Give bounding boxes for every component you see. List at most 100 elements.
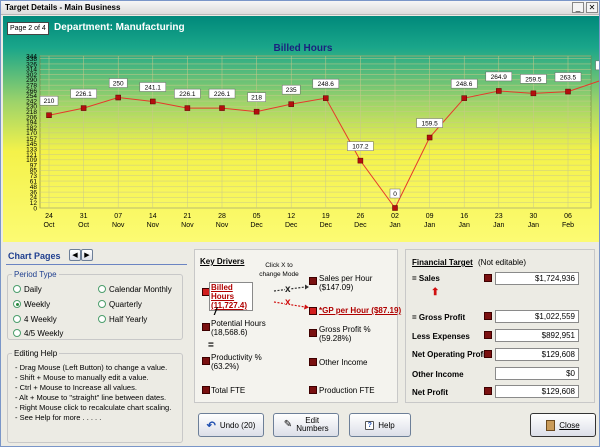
billed-hours-chart[interactable]: Billed Hours0122436486173859710912113314… [3, 16, 599, 242]
less-expenses-marker [484, 331, 492, 339]
data-point-marker [219, 105, 225, 111]
close-label: Close [559, 420, 580, 430]
mode-hint: Click X to change Mode [259, 262, 299, 278]
radio-4-weekly[interactable]: 4 Weekly [13, 315, 57, 324]
help-button[interactable]: ? Help [349, 413, 411, 437]
data-point-marker [426, 134, 433, 141]
radio-4-5-weekly[interactable]: 4/5 Weekly [13, 329, 63, 338]
potential-hours-driver[interactable]: Potential Hours (18,568.6) [211, 319, 281, 337]
radio-daily[interactable]: Daily [13, 285, 42, 294]
help-line: - Right Mouse click to recalculate chart… [15, 403, 172, 412]
radio-circle [13, 329, 21, 337]
undo-icon: ↶ [206, 419, 216, 432]
edit-numbers-button[interactable]: ✎ Edit Numbers [273, 413, 339, 437]
data-point-marker [357, 157, 364, 164]
data-label: 264.9 [491, 74, 508, 81]
sales-per-hour-driver-marker[interactable] [309, 277, 317, 285]
x-tick-label-day: 14 [149, 213, 157, 220]
total-fte-driver[interactable]: Total FTE [211, 386, 245, 395]
x-tick-label-day: 07 [114, 213, 122, 220]
arrow-right-icon: ▶ [84, 252, 90, 259]
sales-label: = Sales [412, 274, 440, 283]
x-tick-label-month: Dec [354, 222, 367, 229]
data-label: 226.1 [214, 91, 231, 98]
data-point-marker [323, 95, 329, 101]
x-tick-label-month: Nov [216, 222, 229, 229]
data-point-marker [288, 101, 294, 107]
radio-calendar-monthly[interactable]: Calendar Monthly [98, 285, 172, 294]
other-income-label: Other Income [412, 370, 464, 379]
gross-profit-pct-driver-marker[interactable] [309, 329, 317, 337]
window-title: Target Details - Main Business [5, 3, 121, 12]
x-tick-label-month: Dec [285, 222, 298, 229]
productivity-driver-marker[interactable] [202, 357, 210, 365]
radio-weekly[interactable]: Weekly [13, 300, 50, 309]
data-label: 159.5 [421, 121, 438, 128]
gross-profit-pct-driver[interactable]: Gross Profit % (59.28%) [319, 325, 389, 343]
period-type-label: Period Type [12, 270, 59, 279]
production-fte-driver-marker[interactable] [309, 386, 317, 394]
data-point-marker [115, 94, 121, 101]
data-label: 218 [251, 95, 262, 102]
radio-circle [13, 285, 21, 293]
help-line: - Shift + Mouse to manually edit a value… [15, 373, 149, 382]
title-bar[interactable]: Target Details - Main Business [1, 1, 599, 15]
mode-toggle-x-gp[interactable]: x [285, 298, 291, 308]
target-details-window: Target Details - Main Business _ ✕ Page … [0, 0, 600, 447]
x-tick-label-month: Nov [181, 222, 194, 229]
radio-label: Weekly [24, 300, 51, 309]
x-tick-label-day: 24 [45, 213, 53, 220]
close-button[interactable]: Close [530, 413, 596, 437]
x-tick-label-day: 23 [495, 213, 503, 220]
radio-half-yearly[interactable]: Half Yearly [98, 315, 147, 324]
key-drivers-title: Key Drivers [200, 257, 245, 266]
gross-profit-value: $1,022,559 [495, 310, 579, 323]
undo-label: Undo (20) [219, 420, 256, 430]
potential-hours-driver-marker[interactable] [202, 323, 210, 331]
radio-quarterly[interactable]: Quarterly [98, 300, 142, 309]
other-income-driver[interactable]: Other Income [319, 358, 367, 367]
prev-page-button[interactable]: ◀ [69, 249, 81, 261]
x-tick-label-month: Nov [112, 222, 125, 229]
total-fte-driver-marker[interactable] [202, 386, 210, 394]
less-expenses-label: Less Expenses [412, 332, 470, 341]
gp-per-hour-driver-marker[interactable] [309, 307, 317, 315]
x-tick-label-month: Jan [528, 222, 539, 229]
radio-circle [98, 315, 106, 323]
help-line: - Alt + Mouse to "straight" line between… [15, 393, 167, 402]
sales-per-hour-driver[interactable]: Sales per Hour ($147.09) [319, 274, 389, 292]
sales-up-arrow-icon: ⬆ [431, 287, 440, 298]
productivity-driver[interactable]: Productivity % (63.2%) [211, 353, 281, 371]
editing-help-text: - Drag Mouse (Left Button) to change a v… [15, 363, 171, 423]
x-tick-label-month: Jan [459, 222, 470, 229]
minimize-button[interactable]: _ [572, 2, 584, 13]
net-operating-profit-marker [484, 350, 492, 358]
x-tick-label-day: 12 [287, 213, 295, 220]
data-point-marker [392, 205, 398, 211]
financial-target-title: Financial Target [412, 258, 473, 267]
x-tick-label-day: 21 [184, 213, 192, 220]
x-tick-label-month: Dec [320, 222, 333, 229]
radio-label: Daily [24, 285, 42, 294]
other-income-driver-marker[interactable] [309, 358, 317, 366]
y-tick-label: 344 [26, 53, 37, 60]
chart-title: Billed Hours [274, 43, 333, 54]
data-label: 226.1 [75, 91, 92, 98]
x-tick-label-day: 16 [460, 213, 468, 220]
close-window-button[interactable]: ✕ [586, 2, 598, 13]
data-point-marker [150, 98, 156, 105]
data-point-marker [184, 105, 191, 111]
data-label: 248.6 [318, 81, 335, 88]
radio-label: 4/5 Weekly [24, 329, 64, 338]
divide-symbol: / [214, 306, 218, 318]
data-point-marker [565, 88, 571, 95]
chart-pages-title: Chart Pages [8, 251, 61, 261]
undo-button[interactable]: ↶ Undo (20) [198, 413, 264, 437]
mode-toggle-x-sales[interactable]: x [285, 285, 291, 295]
data-point-marker [253, 108, 260, 115]
radio-circle [98, 300, 106, 308]
gp-per-hour-driver[interactable]: *GP per Hour ($87.19) [319, 306, 401, 315]
production-fte-driver[interactable]: Production FTE [319, 386, 375, 395]
data-point-marker [461, 95, 467, 101]
next-page-button[interactable]: ▶ [81, 249, 93, 261]
